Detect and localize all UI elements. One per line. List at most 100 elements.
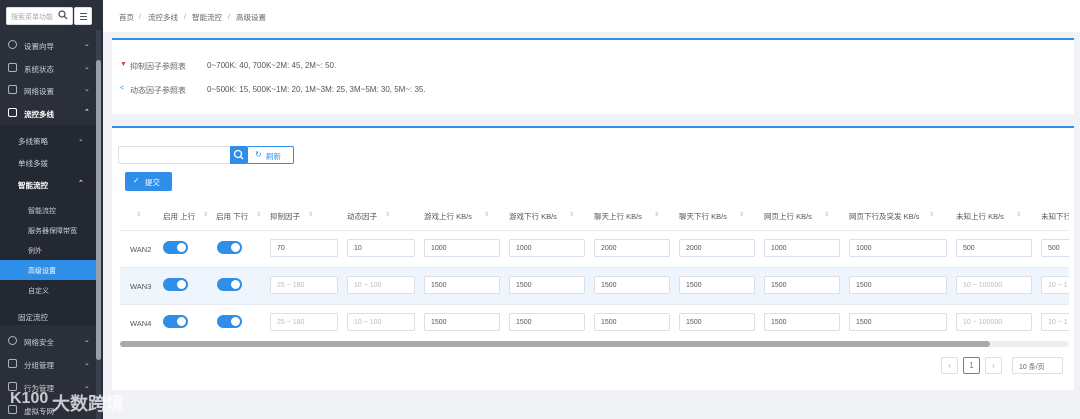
chat-up-input[interactable]: 2000 xyxy=(594,239,670,257)
game-up-input[interactable]: 1500 xyxy=(424,313,500,331)
wizard-icon xyxy=(8,40,17,49)
sidebar-item-system-status[interactable]: 系统状态 ⌄ xyxy=(0,57,96,79)
breadcrumb-flow-control[interactable]: 流控多线 xyxy=(148,12,178,23)
chevron-down-icon: ⌄ xyxy=(84,360,90,367)
table-row: WAN4 25 ~ 180 10 ~ 100 1500 1500 1500 15… xyxy=(120,304,1069,341)
sidebar-sub-label: 固定流控 xyxy=(18,313,48,322)
dynamic-factor-reference: < 动态因子参照表 0~500K: 15, 500K~1M: 20, 1M~3M… xyxy=(120,85,1020,97)
suppress-factor-input[interactable]: 70 xyxy=(270,239,338,257)
table-horizontal-scrollbar-thumb[interactable] xyxy=(120,341,990,347)
chat-up-input[interactable]: 1500 xyxy=(594,313,670,331)
enable-download-toggle[interactable] xyxy=(217,241,242,254)
game-down-input[interactable]: 1000 xyxy=(509,239,585,257)
page-size-label: 10 条/页 xyxy=(1019,364,1045,371)
sidebar-sub-smart-flow[interactable]: 智能流控 ⌃ xyxy=(0,173,96,195)
unknown-down-input[interactable]: 10 ~ 1 xyxy=(1041,276,1069,294)
chevron-up-icon: ⌃ xyxy=(78,180,84,187)
unknown-down-input[interactable]: 500 xyxy=(1041,239,1069,257)
menu-toggle-button[interactable] xyxy=(74,7,92,25)
sidebar-item-flow-control[interactable]: 流控多线 ⌃ xyxy=(0,102,96,124)
chevron-down-icon: ⌄ xyxy=(78,136,84,143)
web-up-input[interactable]: 1500 xyxy=(764,313,840,331)
suppress-factor-reference: ▼ 抑制因子参照表 0~700K: 40, 700K~2M: 45, 2M~: … xyxy=(120,61,1020,73)
search-icon[interactable] xyxy=(58,10,68,20)
table-row: WAN3 25 ~ 180 10 ~ 100 1500 1500 1500 15… xyxy=(120,267,1069,304)
sidebar-item-network-security[interactable]: 网络安全 ⌄ xyxy=(0,330,96,352)
pagination-page-1[interactable]: 1 xyxy=(963,357,980,374)
web-down-input[interactable]: 1500 xyxy=(849,276,947,294)
sidebar-sub-fixed-flow[interactable]: 固定流控 xyxy=(0,305,96,327)
web-down-input[interactable]: 1500 xyxy=(849,313,947,331)
sidebar-item-network-settings[interactable]: 网络设置 ⌄ xyxy=(0,79,96,101)
enable-upload-toggle[interactable] xyxy=(163,241,188,254)
chevron-down-icon: ⌄ xyxy=(84,64,90,71)
chat-down-input[interactable]: 1500 xyxy=(679,313,755,331)
sidebar-item-label: 网络安全 xyxy=(24,338,54,347)
sidebar-sub-label: 单线多拨 xyxy=(18,159,48,168)
chevron-down-icon: ⌄ xyxy=(84,86,90,93)
web-up-input[interactable]: 1000 xyxy=(764,239,840,257)
sidebar-sub-single-multi-dial[interactable]: 单线多拨 xyxy=(0,151,96,173)
watermark-text: 大数跨境 xyxy=(52,394,124,414)
sidebar-subsub-label: 高级设置 xyxy=(28,268,56,275)
enable-upload-toggle[interactable] xyxy=(163,278,188,291)
suppress-factor-input[interactable]: 25 ~ 180 xyxy=(270,313,338,331)
sidebar-scrollbar-thumb[interactable] xyxy=(96,60,101,360)
pagination-next-button[interactable]: › xyxy=(985,357,1002,374)
enable-upload-toggle[interactable] xyxy=(163,315,188,328)
sidebar-item-setup-wizard[interactable]: 设置向导 ⌄ xyxy=(0,34,96,56)
pagination-prev-button[interactable]: ‹ xyxy=(941,357,958,374)
sidebar-subsub-advanced-settings[interactable]: 高级设置 xyxy=(0,260,96,280)
settings-table-card: ↻ 刷新 ✓ 提交 ⇕ 启用 上行 ⇕ 启用 下行 ⇕ 抑制因子 ⇕ 动态因子 ⇕ 游戏… xyxy=(112,126,1074,390)
settings-table: ⇕ 启用 上行 ⇕ 启用 下行 ⇕ 抑制因子 ⇕ 动态因子 ⇕ 游戏上行 KB/s ⇕ 游… xyxy=(120,200,1069,348)
flow-icon xyxy=(8,108,17,117)
chat-down-input[interactable]: 1500 xyxy=(679,276,755,294)
wan-name: WAN3 xyxy=(130,282,152,291)
sidebar: 搜索菜单功能 设置向导 ⌄ 系统状态 ⌄ 网络设置 ⌄ 流控多线 ⌃ 多线策略 … xyxy=(0,0,103,419)
unknown-down-input[interactable]: 10 ~ 1 xyxy=(1041,313,1069,331)
game-up-input[interactable]: 1500 xyxy=(424,276,500,294)
sidebar-sub-multiline-policy[interactable]: 多线策略 ⌄ xyxy=(0,129,96,151)
web-up-input[interactable]: 1500 xyxy=(764,276,840,294)
dynamic-factor-input[interactable]: 10 ~ 100 xyxy=(347,313,415,331)
web-down-input[interactable]: 1000 xyxy=(849,239,947,257)
sidebar-subsub-server-bandwidth[interactable]: 服务器保障带宽 xyxy=(0,220,96,240)
triangle-down-icon: ▼ xyxy=(120,61,127,68)
submit-button[interactable]: ✓ 提交 xyxy=(125,172,172,191)
sidebar-subsub-label: 智能流控 xyxy=(28,208,56,215)
chat-down-input[interactable]: 2000 xyxy=(679,239,755,257)
page-size-select[interactable]: 10 条/页 xyxy=(1012,357,1063,374)
sidebar-subsub-smart-flow[interactable]: 智能流控 xyxy=(0,200,96,220)
unknown-up-input[interactable]: 10 ~ 100000 xyxy=(956,313,1032,331)
refresh-button[interactable]: ↻ 刷新 xyxy=(247,146,294,164)
game-up-input[interactable]: 1000 xyxy=(424,239,500,257)
unknown-up-input[interactable]: 10 ~ 100000 xyxy=(956,276,1032,294)
sidebar-item-label: 分组管理 xyxy=(24,361,54,370)
suppress-factor-input[interactable]: 25 ~ 180 xyxy=(270,276,338,294)
sidebar-item-group-management[interactable]: 分组管理 ⌄ xyxy=(0,353,96,375)
sidebar-sub-label: 智能流控 xyxy=(18,181,48,190)
table-search-input[interactable] xyxy=(118,146,231,164)
dynamic-factor-input[interactable]: 10 xyxy=(347,239,415,257)
sidebar-subsub-custom[interactable]: 自定义 xyxy=(0,280,96,300)
chevron-up-icon: ⌃ xyxy=(84,109,90,116)
enable-download-toggle[interactable] xyxy=(217,315,242,328)
breadcrumb-smart-flow[interactable]: 智能流控 xyxy=(192,12,222,23)
game-down-input[interactable]: 1500 xyxy=(509,313,585,331)
breadcrumb-current: 高级设置 xyxy=(236,13,266,22)
breadcrumb-home[interactable]: 首页 xyxy=(119,12,134,23)
sidebar-item-label: 网络设置 xyxy=(24,87,54,96)
sidebar-item-label: 系统状态 xyxy=(24,65,54,74)
table-search-button[interactable] xyxy=(230,146,248,164)
share-icon: < xyxy=(120,85,125,92)
watermark: K100 大数跨境 xyxy=(10,388,150,414)
dynamic-factor-input[interactable]: 10 ~ 100 xyxy=(347,276,415,294)
game-down-input[interactable]: 1500 xyxy=(509,276,585,294)
sidebar-subsub-exceptions[interactable]: 例外 xyxy=(0,240,96,260)
enable-download-toggle[interactable] xyxy=(217,278,242,291)
sidebar-subsub-label: 服务器保障带宽 xyxy=(28,228,77,235)
unknown-up-input[interactable]: 500 xyxy=(956,239,1032,257)
group-icon xyxy=(8,359,17,368)
sidebar-subsub-label: 自定义 xyxy=(28,288,49,295)
chat-up-input[interactable]: 1500 xyxy=(594,276,670,294)
